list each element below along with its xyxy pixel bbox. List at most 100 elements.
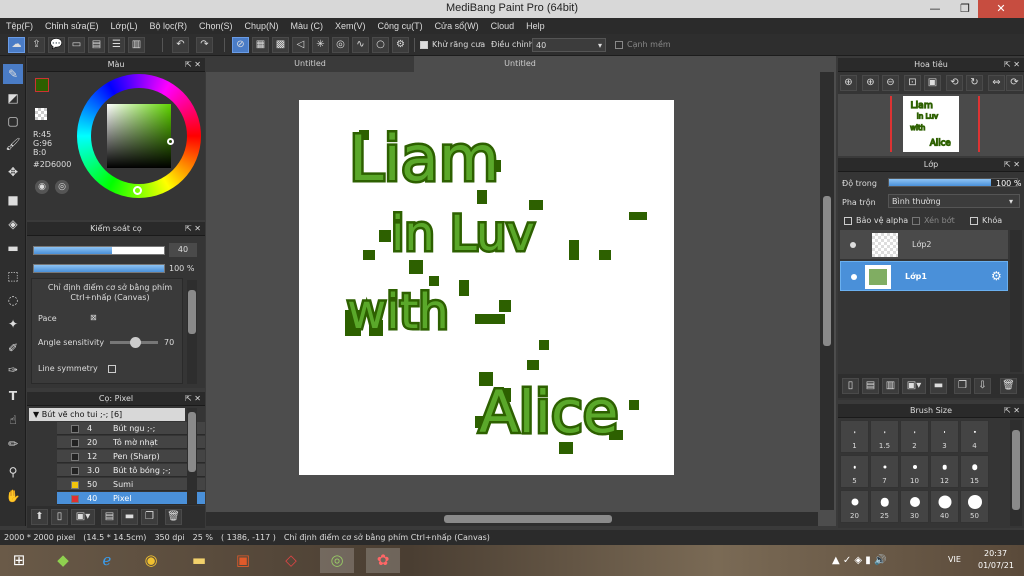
panel-close-icon[interactable]: ⇱ ✕	[1004, 404, 1020, 418]
canvas-horizontal-scrollbar[interactable]	[206, 512, 818, 526]
layer-row[interactable]: Lớp2	[840, 230, 1008, 260]
brush-size-slider[interactable]	[33, 246, 165, 255]
eye-icon[interactable]	[850, 242, 856, 248]
edge-checkbox[interactable]	[615, 41, 623, 49]
brush-item[interactable]: 50 Sumi	[57, 478, 205, 491]
brush-opacity-slider[interactable]	[33, 264, 165, 273]
gear-icon[interactable]: ⚙	[991, 269, 1002, 283]
powerpoint-icon[interactable]: ▣	[226, 548, 260, 573]
brush-alt-icon[interactable]: 🖌	[3, 134, 23, 154]
file-explorer-icon[interactable]: ▬	[182, 548, 216, 573]
trash-icon[interactable]: 🗑	[165, 509, 182, 525]
tab-document-2[interactable]: Untitled	[416, 56, 624, 72]
brush-list-scrollbar[interactable]	[187, 408, 197, 504]
saturation-square[interactable]	[107, 104, 171, 168]
folder-icon[interactable]: ▬	[121, 509, 138, 525]
brush-size-option[interactable]: 2	[900, 420, 929, 453]
brush-item[interactable]: 12 Pen (Sharp)	[57, 450, 205, 463]
palette-icon[interactable]: ◉	[35, 180, 49, 194]
antialias-checkbox[interactable]	[420, 41, 428, 49]
merge-layer-icon[interactable]: ⇩	[974, 378, 991, 394]
primary-color-swatch[interactable]	[35, 78, 49, 92]
eraser-tool-icon[interactable]: ◩	[3, 88, 23, 108]
blend-select[interactable]: Bình thường ▾	[888, 194, 1020, 208]
brush-tool-icon[interactable]: ✎	[3, 64, 23, 84]
zoom-in-icon[interactable]: ⊕	[862, 75, 879, 91]
curve-icon[interactable]: ∿	[352, 37, 369, 53]
angle-slider-handle[interactable]	[129, 337, 141, 348]
move-tool-icon[interactable]: ✥	[3, 162, 23, 182]
magic-wand-icon[interactable]: ✦	[3, 314, 23, 334]
angle-slider[interactable]	[110, 337, 158, 348]
new-halftone-layer-icon[interactable]: ▤	[862, 378, 879, 394]
app-icon[interactable]: ◇	[274, 548, 308, 573]
panel-close-icon[interactable]: ⇱ ✕	[185, 58, 201, 72]
layer-row-selected[interactable]: Lớp1 ⚙	[840, 261, 1008, 291]
trash-icon[interactable]: 🗑	[1000, 378, 1017, 394]
divide-tool-icon[interactable]: ✏	[3, 434, 23, 454]
brush-size-scrollbar[interactable]	[1010, 420, 1022, 526]
tray-icons[interactable]: ▲ ✓ ◈ ▮ 🔊	[832, 555, 886, 566]
share-icon[interactable]: ⇪	[28, 37, 45, 53]
hand-tool-icon[interactable]: ✋	[3, 486, 23, 506]
layer-menu-icon[interactable]: ▣▾	[902, 378, 926, 394]
tab-document-1[interactable]: Untitled	[206, 56, 414, 72]
windows-start-icon[interactable]: ⊞	[2, 548, 36, 573]
grid-snap-icon[interactable]: ▩	[272, 37, 289, 53]
palette-add-icon[interactable]: ◎	[55, 180, 69, 194]
clipping-checkbox[interactable]	[912, 217, 920, 225]
drawing-canvas[interactable]: Liam in Luv with Alice	[299, 100, 674, 475]
brush-size-option[interactable]: 1.5	[870, 420, 899, 453]
menu-filter[interactable]: Bộ lọc(R)	[143, 18, 193, 34]
concentric-icon[interactable]: ◎	[332, 37, 349, 53]
snap-settings-icon[interactable]: ⚙	[392, 37, 409, 53]
undo-icon[interactable]: ↶	[172, 37, 189, 53]
brush-size-option[interactable]: 25	[870, 490, 899, 523]
text-tool-icon[interactable]: T	[3, 386, 23, 406]
new-layer-icon[interactable]: ▯	[842, 378, 859, 394]
document-icon[interactable]: ▤	[88, 37, 105, 53]
select-rect-icon[interactable]: ⬚	[3, 266, 23, 286]
fill-rect-icon[interactable]: ■	[3, 190, 23, 210]
hue-wheel[interactable]	[77, 74, 201, 198]
radial-snap-icon[interactable]: ◁	[292, 37, 309, 53]
new-layer-8bit-icon[interactable]: ▥	[882, 378, 899, 394]
menu-tools[interactable]: Công cụ(T)	[372, 18, 429, 34]
menu-select[interactable]: Chọn(S)	[193, 18, 239, 34]
add-brush-icon[interactable]: ⬆	[31, 509, 48, 525]
rotate-right-icon[interactable]: ⟳	[1006, 75, 1023, 91]
transparent-swatch[interactable]	[35, 108, 47, 120]
duplicate-icon[interactable]: ❐	[141, 509, 158, 525]
comment-icon[interactable]: 💬	[48, 37, 65, 53]
panel-close-icon[interactable]: ⇱ ✕	[185, 222, 201, 236]
brush-size-option[interactable]: 5	[840, 455, 869, 488]
menu-file[interactable]: Tệp(F)	[0, 18, 39, 34]
brush-size-option[interactable]: 10	[900, 455, 929, 488]
duplicate-layer-icon[interactable]: ❐	[954, 378, 971, 394]
pace-checkbox[interactable]: ⊠	[90, 313, 97, 322]
rotate-left-icon[interactable]: ⟲	[946, 75, 963, 91]
brush-menu-icon[interactable]: ▣▾	[71, 509, 95, 525]
menu-view[interactable]: Xem(V)	[329, 18, 372, 34]
clock-time[interactable]: 20:37	[984, 549, 1007, 558]
hue-picker-handle[interactable]	[133, 186, 142, 195]
no-snap-icon[interactable]: ⊘	[232, 37, 249, 53]
line-symmetry-checkbox[interactable]	[108, 365, 116, 373]
brush-item[interactable]: 20 Tô mờ nhạt	[57, 436, 205, 449]
list-icon[interactable]: ☰	[108, 37, 125, 53]
layer-folder-icon[interactable]: ▬	[930, 378, 947, 394]
brush-size-option[interactable]: 1	[840, 420, 869, 453]
brush-size-option[interactable]: 12	[930, 455, 959, 488]
brush-control-scrollbar[interactable]	[187, 280, 197, 384]
page-icon[interactable]: ▥	[128, 37, 145, 53]
panel-close-icon[interactable]: ⇱ ✕	[1004, 158, 1020, 172]
cloud-icon[interactable]: ☁	[8, 37, 25, 53]
redo-icon[interactable]: ↷	[196, 37, 213, 53]
medibang-taskbar-icon[interactable]: ✿	[366, 548, 400, 573]
brush-settings-icon[interactable]: ▤	[101, 509, 118, 525]
bucket-tool-icon[interactable]: ◈	[3, 214, 23, 234]
new-brush-icon[interactable]: ▯	[51, 509, 68, 525]
menu-help[interactable]: Help	[520, 18, 551, 34]
parallel-snap-icon[interactable]: ▦	[252, 37, 269, 53]
menu-color[interactable]: Màu (C)	[285, 18, 330, 34]
